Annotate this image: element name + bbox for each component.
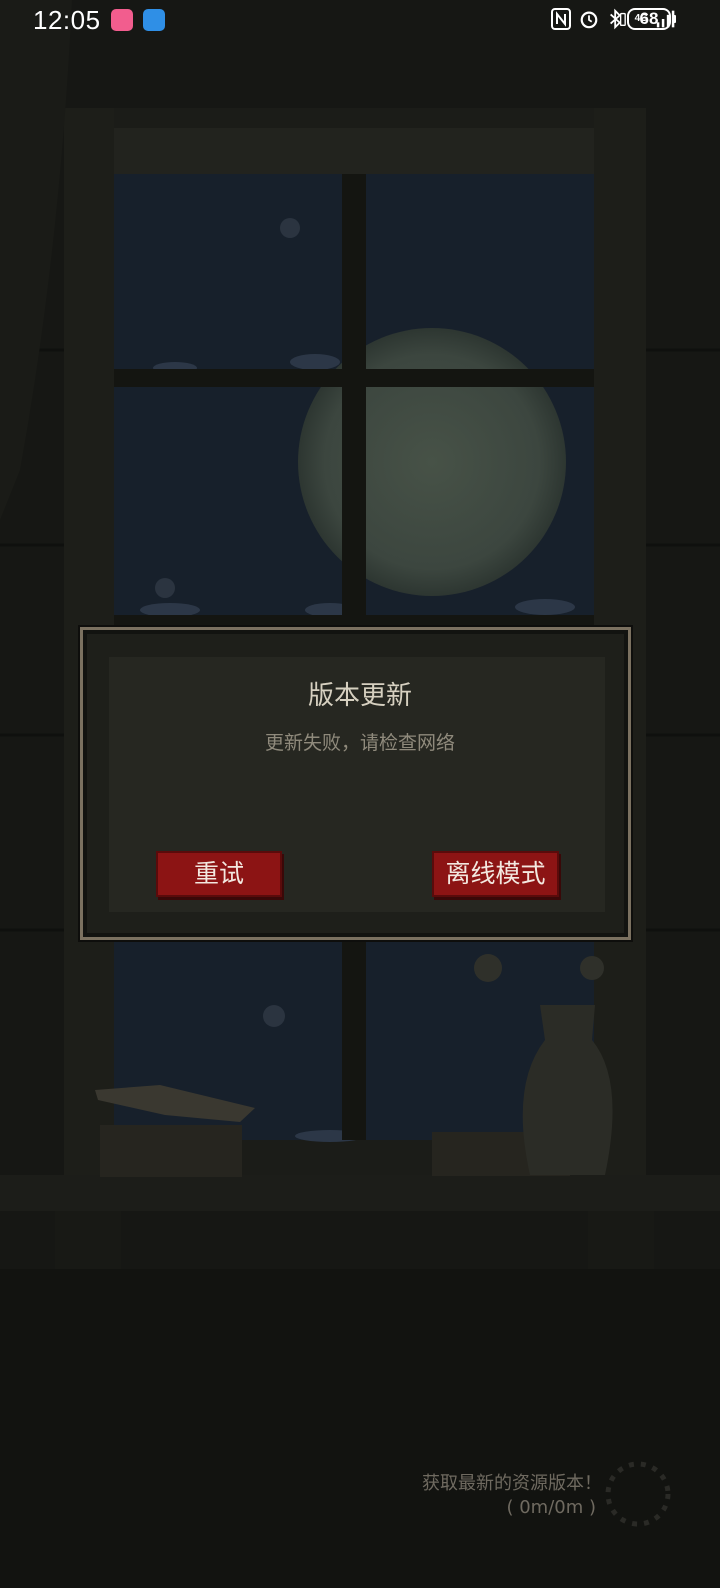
nfc-icon bbox=[550, 8, 571, 30]
status-time: 12:05 bbox=[33, 5, 101, 35]
weather-app-icon bbox=[143, 9, 165, 31]
moon bbox=[298, 328, 566, 596]
dialog-title: 版本更新 bbox=[307, 681, 412, 711]
status-bar: 12:05 4G 68 bbox=[0, 0, 720, 42]
loading-status-text: 获取最新的资源版本！ bbox=[422, 1473, 602, 1494]
alarm-icon bbox=[580, 11, 598, 29]
offline-mode-button[interactable]: 离线模式 bbox=[432, 851, 559, 897]
loading-progress-text: ( 0m/0m ) bbox=[506, 1497, 596, 1518]
battery-tip bbox=[673, 15, 676, 23]
retry-button[interactable]: 重试 bbox=[156, 851, 282, 897]
bilibili-app-icon bbox=[111, 9, 133, 31]
bluetooth-icon bbox=[609, 8, 626, 30]
battery-level: 68 bbox=[627, 8, 671, 30]
dialog-message: 更新失败，请检查网络 bbox=[264, 732, 455, 754]
